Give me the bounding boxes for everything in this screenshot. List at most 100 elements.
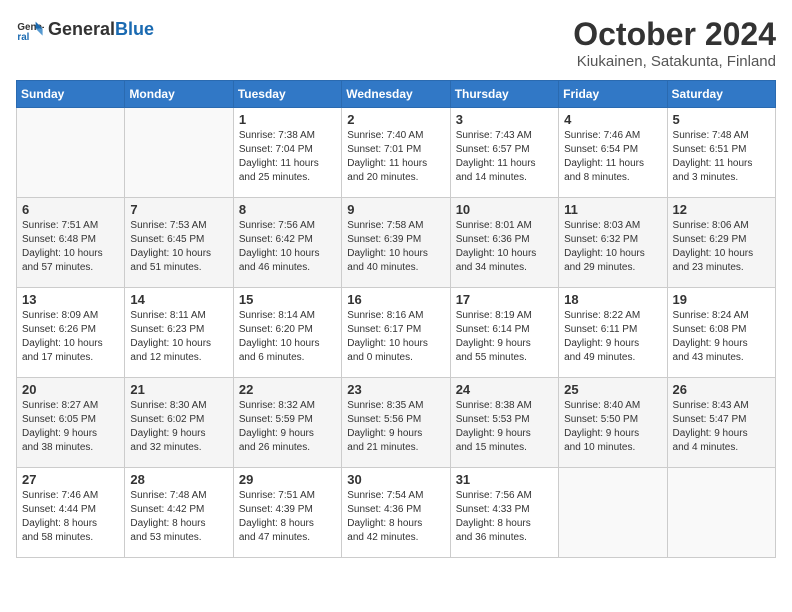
day-info: Sunrise: 8:35 AM Sunset: 5:56 PM Dayligh… [347, 399, 444, 455]
day-number: 20 [22, 382, 119, 397]
day-number: 22 [239, 382, 336, 397]
header-sunday: Sunday [17, 81, 125, 108]
logo-general: General [48, 20, 115, 40]
day-number: 17 [456, 292, 553, 307]
day-number: 6 [22, 202, 119, 217]
calendar-cell: 15Sunrise: 8:14 AM Sunset: 6:20 PM Dayli… [233, 288, 341, 378]
day-info: Sunrise: 7:48 AM Sunset: 6:51 PM Dayligh… [673, 129, 770, 185]
day-info: Sunrise: 8:32 AM Sunset: 5:59 PM Dayligh… [239, 399, 336, 455]
logo-blue: Blue [115, 20, 154, 40]
calendar-cell: 3 Sunrise: 7:43 AM Sunset: 6:57 PM Daylig… [450, 108, 558, 198]
day-info: Sunrise: 7:58 AM Sunset: 6:39 PM Dayligh… [347, 219, 444, 275]
header-friday: Friday [559, 81, 667, 108]
day-info: Sunrise: 7:48 AM Sunset: 4:42 PM Dayligh… [130, 489, 227, 545]
day-number: 12 [673, 202, 770, 217]
day-number: 26 [673, 382, 770, 397]
page-header: Gene- ral GeneralBlue October 2024 Kiuka… [16, 16, 776, 70]
day-number: 4 [564, 112, 661, 127]
day-number: 21 [130, 382, 227, 397]
day-info: Sunrise: 8:22 AM Sunset: 6:11 PM Dayligh… [564, 309, 661, 365]
calendar-week-0: 1 Sunrise: 7:38 AM Sunset: 7:04 PM Daylig… [17, 108, 776, 198]
calendar-cell: 26 Sunrise: 8:43 AM Sunset: 5:47 PM Dayli… [667, 378, 775, 468]
day-info: Sunrise: 8:43 AM Sunset: 5:47 PM Dayligh… [673, 399, 770, 455]
calendar-cell: 14 Sunrise: 8:11 AM Sunset: 6:23 PM Dayli… [125, 288, 233, 378]
day-info: Sunrise: 8:11 AM Sunset: 6:23 PM Dayligh… [130, 309, 227, 365]
day-info: Sunrise: 7:56 AM Sunset: 6:42 PM Dayligh… [239, 219, 336, 275]
calendar-cell: 29 Sunrise: 7:51 AM Sunset: 4:39 PM Dayli… [233, 468, 341, 558]
calendar-week-1: 6Sunrise: 7:51 AM Sunset: 6:48 PM Daylig… [17, 198, 776, 288]
day-info: Sunrise: 8:40 AM Sunset: 5:50 PM Dayligh… [564, 399, 661, 455]
day-number: 2 [347, 112, 444, 127]
day-number: 28 [130, 472, 227, 487]
calendar-cell [17, 108, 125, 198]
calendar-cell: 4 Sunrise: 7:46 AM Sunset: 6:54 PM Daylig… [559, 108, 667, 198]
calendar-cell: 22 Sunrise: 8:32 AM Sunset: 5:59 PM Dayli… [233, 378, 341, 468]
day-info: Sunrise: 8:16 AM Sunset: 6:17 PM Dayligh… [347, 309, 444, 365]
day-info: Sunrise: 7:54 AM Sunset: 4:36 PM Dayligh… [347, 489, 444, 545]
day-number: 18 [564, 292, 661, 307]
header-wednesday: Wednesday [342, 81, 450, 108]
day-info: Sunrise: 8:03 AM Sunset: 6:32 PM Dayligh… [564, 219, 661, 275]
calendar-cell: 25Sunrise: 8:40 AM Sunset: 5:50 PM Dayli… [559, 378, 667, 468]
calendar-cell: 10 Sunrise: 8:01 AM Sunset: 6:36 PM Dayli… [450, 198, 558, 288]
day-info: Sunrise: 8:14 AM Sunset: 6:20 PM Dayligh… [239, 309, 336, 365]
day-number: 13 [22, 292, 119, 307]
calendar-cell: 30Sunrise: 7:54 AM Sunset: 4:36 PM Dayli… [342, 468, 450, 558]
day-info: Sunrise: 8:38 AM Sunset: 5:53 PM Dayligh… [456, 399, 553, 455]
calendar-cell: 31 Sunrise: 7:56 AM Sunset: 4:33 PM Dayli… [450, 468, 558, 558]
day-number: 8 [239, 202, 336, 217]
calendar-cell: 9 Sunrise: 7:58 AM Sunset: 6:39 PM Daylig… [342, 198, 450, 288]
day-number: 19 [673, 292, 770, 307]
day-number: 16 [347, 292, 444, 307]
calendar-cell: 7 Sunrise: 7:53 AM Sunset: 6:45 PM Daylig… [125, 198, 233, 288]
calendar-cell [667, 468, 775, 558]
calendar-week-4: 27Sunrise: 7:46 AM Sunset: 4:44 PM Dayli… [17, 468, 776, 558]
header-monday: Monday [125, 81, 233, 108]
day-info: Sunrise: 8:09 AM Sunset: 6:26 PM Dayligh… [22, 309, 119, 365]
day-number: 29 [239, 472, 336, 487]
calendar-cell: 1 Sunrise: 7:38 AM Sunset: 7:04 PM Daylig… [233, 108, 341, 198]
calendar-cell: 23Sunrise: 8:35 AM Sunset: 5:56 PM Dayli… [342, 378, 450, 468]
day-number: 5 [673, 112, 770, 127]
calendar-cell: 20 Sunrise: 8:27 AM Sunset: 6:05 PM Dayli… [17, 378, 125, 468]
day-info: Sunrise: 7:51 AM Sunset: 4:39 PM Dayligh… [239, 489, 336, 545]
calendar-cell: 17 Sunrise: 8:19 AM Sunset: 6:14 PM Dayli… [450, 288, 558, 378]
day-info: Sunrise: 7:38 AM Sunset: 7:04 PM Dayligh… [239, 129, 336, 185]
calendar-table: SundayMondayTuesdayWednesdayThursdayFrid… [16, 80, 776, 558]
location-title: Kiukainen, Satakunta, Finland [573, 53, 776, 70]
day-number: 10 [456, 202, 553, 217]
title-section: October 2024 Kiukainen, Satakunta, Finla… [573, 16, 776, 70]
calendar-cell: 5 Sunrise: 7:48 AM Sunset: 6:51 PM Daylig… [667, 108, 775, 198]
day-number: 9 [347, 202, 444, 217]
day-number: 31 [456, 472, 553, 487]
day-info: Sunrise: 8:27 AM Sunset: 6:05 PM Dayligh… [22, 399, 119, 455]
header-saturday: Saturday [667, 81, 775, 108]
day-number: 3 [456, 112, 553, 127]
day-info: Sunrise: 7:53 AM Sunset: 6:45 PM Dayligh… [130, 219, 227, 275]
day-info: Sunrise: 8:19 AM Sunset: 6:14 PM Dayligh… [456, 309, 553, 365]
calendar-cell: 11 Sunrise: 8:03 AM Sunset: 6:32 PM Dayli… [559, 198, 667, 288]
day-number: 11 [564, 202, 661, 217]
day-info: Sunrise: 8:01 AM Sunset: 6:36 PM Dayligh… [456, 219, 553, 275]
header-tuesday: Tuesday [233, 81, 341, 108]
calendar-cell: 18 Sunrise: 8:22 AM Sunset: 6:11 PM Dayli… [559, 288, 667, 378]
calendar-cell: 6Sunrise: 7:51 AM Sunset: 6:48 PM Daylig… [17, 198, 125, 288]
day-info: Sunrise: 8:24 AM Sunset: 6:08 PM Dayligh… [673, 309, 770, 365]
day-info: Sunrise: 7:43 AM Sunset: 6:57 PM Dayligh… [456, 129, 553, 185]
day-number: 14 [130, 292, 227, 307]
day-info: Sunrise: 7:56 AM Sunset: 4:33 PM Dayligh… [456, 489, 553, 545]
calendar-cell: 13 Sunrise: 8:09 AM Sunset: 6:26 PM Dayli… [17, 288, 125, 378]
calendar-cell: 19 Sunrise: 8:24 AM Sunset: 6:08 PM Dayli… [667, 288, 775, 378]
calendar-cell: 27Sunrise: 7:46 AM Sunset: 4:44 PM Dayli… [17, 468, 125, 558]
month-title: October 2024 [573, 16, 776, 53]
calendar-cell [125, 108, 233, 198]
day-number: 7 [130, 202, 227, 217]
day-info: Sunrise: 7:40 AM Sunset: 7:01 PM Dayligh… [347, 129, 444, 185]
day-number: 1 [239, 112, 336, 127]
day-info: Sunrise: 7:46 AM Sunset: 6:54 PM Dayligh… [564, 129, 661, 185]
calendar-cell: 24 Sunrise: 8:38 AM Sunset: 5:53 PM Dayli… [450, 378, 558, 468]
logo-icon: Gene- ral [16, 16, 44, 44]
svg-text:ral: ral [17, 32, 29, 43]
header-thursday: Thursday [450, 81, 558, 108]
day-number: 24 [456, 382, 553, 397]
